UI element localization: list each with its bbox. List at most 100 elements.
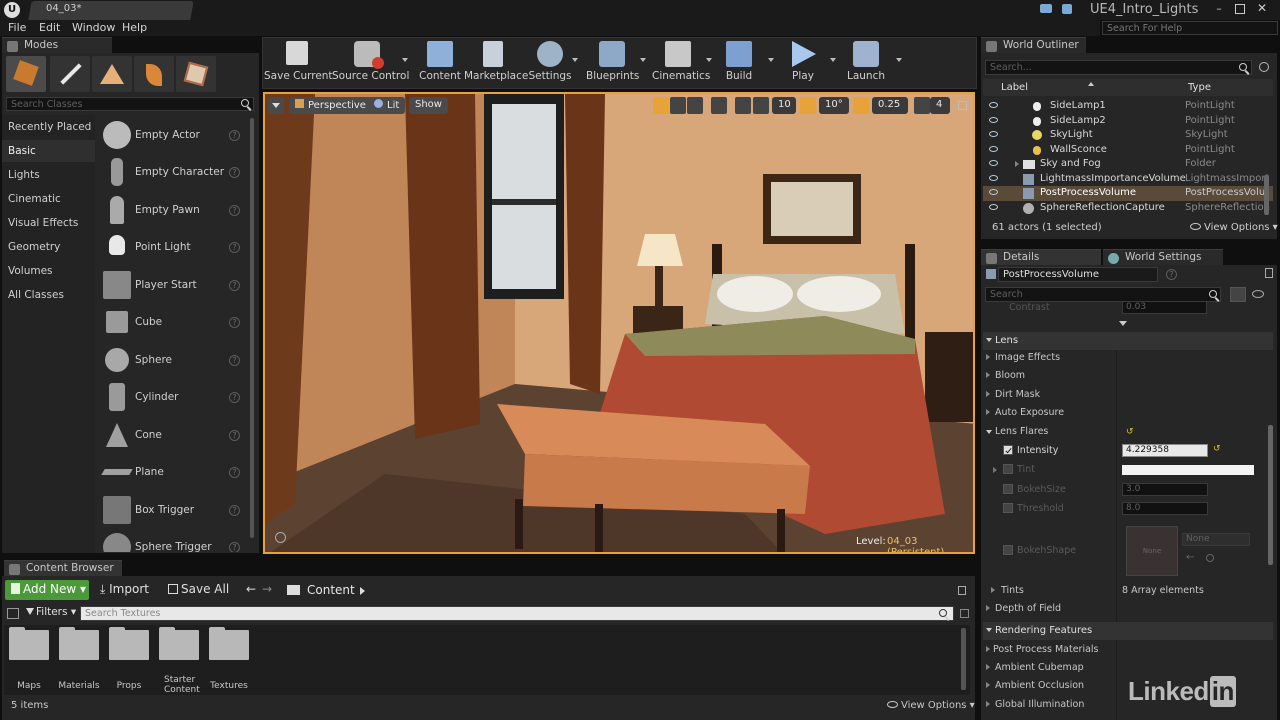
outliner-search-input[interactable]: Search... xyxy=(985,60,1252,75)
place-item-point-light[interactable]: Point Light? xyxy=(100,230,248,266)
tab-modes[interactable]: Modes xyxy=(2,37,112,54)
foliage-mode-button[interactable] xyxy=(134,56,174,92)
search-classes-input[interactable]: Search Classes xyxy=(6,97,254,111)
build-button[interactable]: Build xyxy=(718,38,760,86)
help-icon[interactable]: ? xyxy=(229,130,240,141)
pin-icon[interactable] xyxy=(1265,268,1273,278)
threshold-field[interactable]: 8.0 xyxy=(1122,502,1208,515)
filters-button[interactable]: Filters ▾ xyxy=(26,606,76,618)
close-button[interactable]: ✕ xyxy=(1257,1,1271,15)
place-item-empty-pawn[interactable]: Empty Pawn? xyxy=(100,193,248,229)
browse-asset-icon[interactable] xyxy=(1206,554,1214,562)
row-tints[interactable]: Tints 8 Array elements xyxy=(983,582,1273,600)
outliner-row[interactable]: Sky and Fog Folder xyxy=(983,157,1273,172)
settings-button[interactable]: Settings xyxy=(528,38,572,86)
paint-mode-button[interactable] xyxy=(50,56,90,92)
category-visual-effects[interactable]: Visual Effects xyxy=(8,217,78,229)
play-button[interactable]: Play xyxy=(782,38,824,86)
details-scrollbar[interactable] xyxy=(1268,425,1273,565)
reset-to-default-icon[interactable]: ↺ xyxy=(1126,427,1134,437)
category-geometry[interactable]: Geometry xyxy=(8,241,60,253)
source-control-button[interactable]: Source Control xyxy=(332,38,409,86)
section-rendering-features[interactable]: Rendering Features xyxy=(983,622,1273,640)
visibility-eye-icon[interactable] xyxy=(989,204,998,210)
category-lights[interactable]: Lights xyxy=(8,169,40,181)
marketplace-button[interactable]: Marketplace xyxy=(464,38,528,86)
help-icon[interactable]: ? xyxy=(229,467,240,478)
row-bloom[interactable]: Bloom xyxy=(983,367,1273,385)
visibility-eye-icon[interactable] xyxy=(989,175,998,181)
tint-expand-arrow[interactable] xyxy=(993,467,997,473)
place-item-sphere[interactable]: Sphere? xyxy=(100,343,248,379)
tab-world-settings[interactable]: World Settings xyxy=(1103,249,1223,266)
place-item-empty-actor[interactable]: Empty Actor? xyxy=(100,118,248,154)
play-dropdown[interactable] xyxy=(830,58,836,62)
save-search-icon[interactable] xyxy=(960,609,969,618)
place-item-box-trigger[interactable]: Box Trigger? xyxy=(100,493,248,529)
reset-to-default-icon[interactable]: ↺ xyxy=(1213,444,1221,454)
outliner-row[interactable]: SideLamp1 PointLight xyxy=(983,99,1273,114)
bokeh-size-field[interactable]: 3.0 xyxy=(1122,483,1208,496)
path-chevron-icon[interactable] xyxy=(360,587,365,595)
property-matrix-icon[interactable] xyxy=(1230,287,1246,302)
row-dirt-mask[interactable]: Dirt Mask xyxy=(983,386,1273,404)
maximize-viewport-icon[interactable] xyxy=(958,101,967,110)
folder-textures[interactable] xyxy=(209,627,249,660)
outliner-view-options-button[interactable]: View Options ▾ xyxy=(1190,222,1278,233)
menu-file[interactable]: File xyxy=(8,21,26,34)
expand-arrow-icon[interactable] xyxy=(1015,161,1019,167)
sources-toggle-icon[interactable] xyxy=(7,608,19,619)
category-all-classes[interactable]: All Classes xyxy=(8,289,64,301)
blueprints-button[interactable]: Blueprints xyxy=(586,38,639,86)
folder-maps[interactable] xyxy=(9,627,49,660)
visibility-eye-icon[interactable] xyxy=(989,131,998,137)
viewport-options-button[interactable] xyxy=(268,97,284,114)
camera-speed-icon[interactable] xyxy=(914,97,930,114)
notification-icon[interactable] xyxy=(1062,4,1072,14)
translate-tool-icon[interactable] xyxy=(653,97,669,114)
details-search-input[interactable]: Search xyxy=(985,287,1221,302)
unreal-logo-icon[interactable]: U xyxy=(4,2,20,18)
cinematics-dropdown[interactable] xyxy=(706,58,712,62)
viewport[interactable]: Level: 04_03 (Persistent) xyxy=(263,92,975,554)
lock-icon[interactable]: ? xyxy=(1166,269,1177,280)
save-current-button[interactable]: Save Current xyxy=(264,38,333,86)
cinematics-button[interactable]: Cinematics xyxy=(652,38,710,86)
search-help-input[interactable]: Search For Help xyxy=(1102,21,1278,35)
row-auto-exposure[interactable]: Auto Exposure xyxy=(983,404,1273,422)
settings-dropdown[interactable] xyxy=(572,58,578,62)
row-image-effects[interactable]: Image Effects xyxy=(983,349,1273,367)
row-depth-of-field[interactable]: Depth of Field xyxy=(983,600,1273,618)
label-column-header[interactable]: Label xyxy=(1001,82,1028,93)
outliner-row[interactable]: SphereReflectionCapture SphereReflection xyxy=(983,201,1273,216)
intensity-checkbox[interactable] xyxy=(1003,445,1013,455)
show-button[interactable]: Show xyxy=(409,97,448,114)
help-icon[interactable]: ? xyxy=(229,317,240,328)
launch-button[interactable]: Launch xyxy=(844,38,888,86)
folder-materials[interactable] xyxy=(59,627,99,660)
surface-snap-icon[interactable] xyxy=(735,97,751,114)
category-cinematic[interactable]: Cinematic xyxy=(8,193,61,205)
type-column-header[interactable]: Type xyxy=(1188,82,1211,93)
history-forward-button[interactable]: → xyxy=(262,582,272,596)
outliner-scrollbar[interactable] xyxy=(1264,175,1269,215)
source-control-dropdown[interactable] xyxy=(402,58,408,62)
build-dropdown[interactable] xyxy=(768,58,774,62)
tab-world-outliner[interactable]: World Outliner xyxy=(981,37,1086,54)
tab-content-browser[interactable]: Content Browser xyxy=(4,560,122,577)
place-item-cone[interactable]: Cone? xyxy=(100,418,248,454)
help-icon[interactable]: ? xyxy=(229,542,240,552)
expand-more-icon[interactable] xyxy=(1119,321,1127,326)
tab-details[interactable]: Details xyxy=(981,249,1101,266)
visibility-eye-icon[interactable] xyxy=(989,160,998,166)
camera-speed-value[interactable]: 4 xyxy=(930,97,950,114)
menu-window[interactable]: Window xyxy=(72,21,115,34)
intensity-field[interactable]: 4.229358 xyxy=(1122,444,1208,457)
menu-help[interactable]: Help xyxy=(122,21,147,34)
rotate-tool-icon[interactable] xyxy=(670,97,686,114)
details-view-options-icon[interactable] xyxy=(1252,290,1264,298)
threshold-checkbox[interactable] xyxy=(1003,503,1013,513)
tint-checkbox[interactable] xyxy=(1003,464,1013,474)
help-icon[interactable]: ? xyxy=(229,280,240,291)
row-lens-flares[interactable]: Lens Flares ↺ xyxy=(983,423,1273,441)
